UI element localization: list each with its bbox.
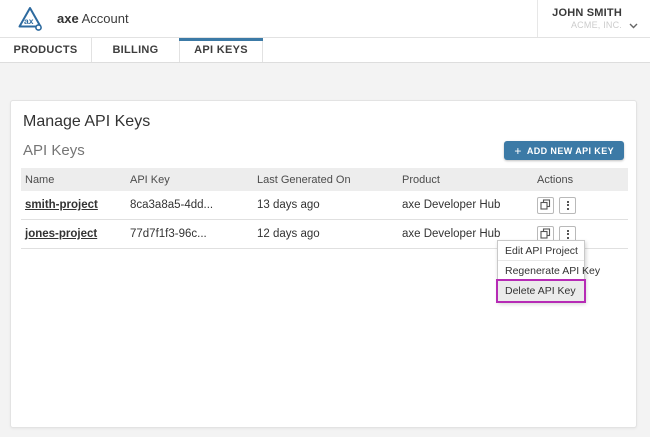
add-button-label: ADD NEW API KEY xyxy=(527,146,614,156)
key-name-link[interactable]: smith-project xyxy=(25,199,98,211)
app-title: axe Account xyxy=(57,11,129,26)
user-texts: JOHN SMITH ACME, INC. xyxy=(552,7,622,30)
menu-item-edit-api-project[interactable]: Edit API Project xyxy=(498,241,584,261)
product-value: axe Developer Hub xyxy=(398,191,533,220)
column-header-api-key: API Key xyxy=(126,168,253,191)
menu-item-delete-api-key[interactable]: Delete API Key xyxy=(498,281,584,301)
table-header-row: Name API Key Last Generated On Product A… xyxy=(21,168,628,191)
table-row: smith-project 8ca3a8a5-4dd... 13 days ag… xyxy=(21,191,628,220)
axe-logo-icon: ax xyxy=(16,5,44,33)
svg-text:ax: ax xyxy=(24,16,34,26)
api-keys-section-header: API Keys + ADD NEW API KEY xyxy=(11,141,636,160)
app-title-rest: Account xyxy=(79,11,129,26)
app-header: ax axe Account JOHN SMITH ACME, INC. xyxy=(0,0,650,38)
kebab-icon xyxy=(567,201,569,210)
user-name: JOHN SMITH xyxy=(552,7,622,19)
row-actions-context-menu: Edit API Project Regenerate API Key Dele… xyxy=(497,240,585,302)
last-generated-value: 12 days ago xyxy=(253,220,398,249)
tab-api-keys[interactable]: API KEYS xyxy=(180,38,263,62)
menu-item-regenerate-api-key[interactable]: Regenerate API Key xyxy=(498,261,584,281)
add-new-api-key-button[interactable]: + ADD NEW API KEY xyxy=(504,141,624,160)
api-keys-table: Name API Key Last Generated On Product A… xyxy=(21,168,628,249)
tab-billing[interactable]: BILLING xyxy=(92,38,180,62)
column-header-actions: Actions xyxy=(533,168,628,191)
plus-icon: + xyxy=(514,145,521,157)
user-menu[interactable]: JOHN SMITH ACME, INC. xyxy=(537,0,650,37)
column-header-name: Name xyxy=(21,168,126,191)
app-title-brand: axe xyxy=(57,11,79,26)
column-header-last-generated: Last Generated On xyxy=(253,168,398,191)
api-key-value: 8ca3a8a5-4dd... xyxy=(126,191,253,220)
kebab-icon xyxy=(567,230,569,239)
page-title: Manage API Keys xyxy=(11,101,636,131)
tab-bar: PRODUCTS BILLING API KEYS xyxy=(0,38,650,63)
user-company: ACME, INC. xyxy=(571,20,622,30)
api-key-value: 77d7f1f3-96c... xyxy=(126,220,253,249)
key-name-link[interactable]: jones-project xyxy=(25,228,97,240)
column-header-product: Product xyxy=(398,168,533,191)
row-more-options-button[interactable] xyxy=(559,197,576,214)
last-generated-value: 13 days ago xyxy=(253,191,398,220)
chevron-down-icon xyxy=(629,16,638,22)
copy-api-key-button[interactable] xyxy=(537,197,554,214)
copy-icon xyxy=(540,198,551,213)
section-label: API Keys xyxy=(23,142,85,159)
tab-products[interactable]: PRODUCTS xyxy=(0,38,92,62)
row-actions xyxy=(537,191,628,219)
